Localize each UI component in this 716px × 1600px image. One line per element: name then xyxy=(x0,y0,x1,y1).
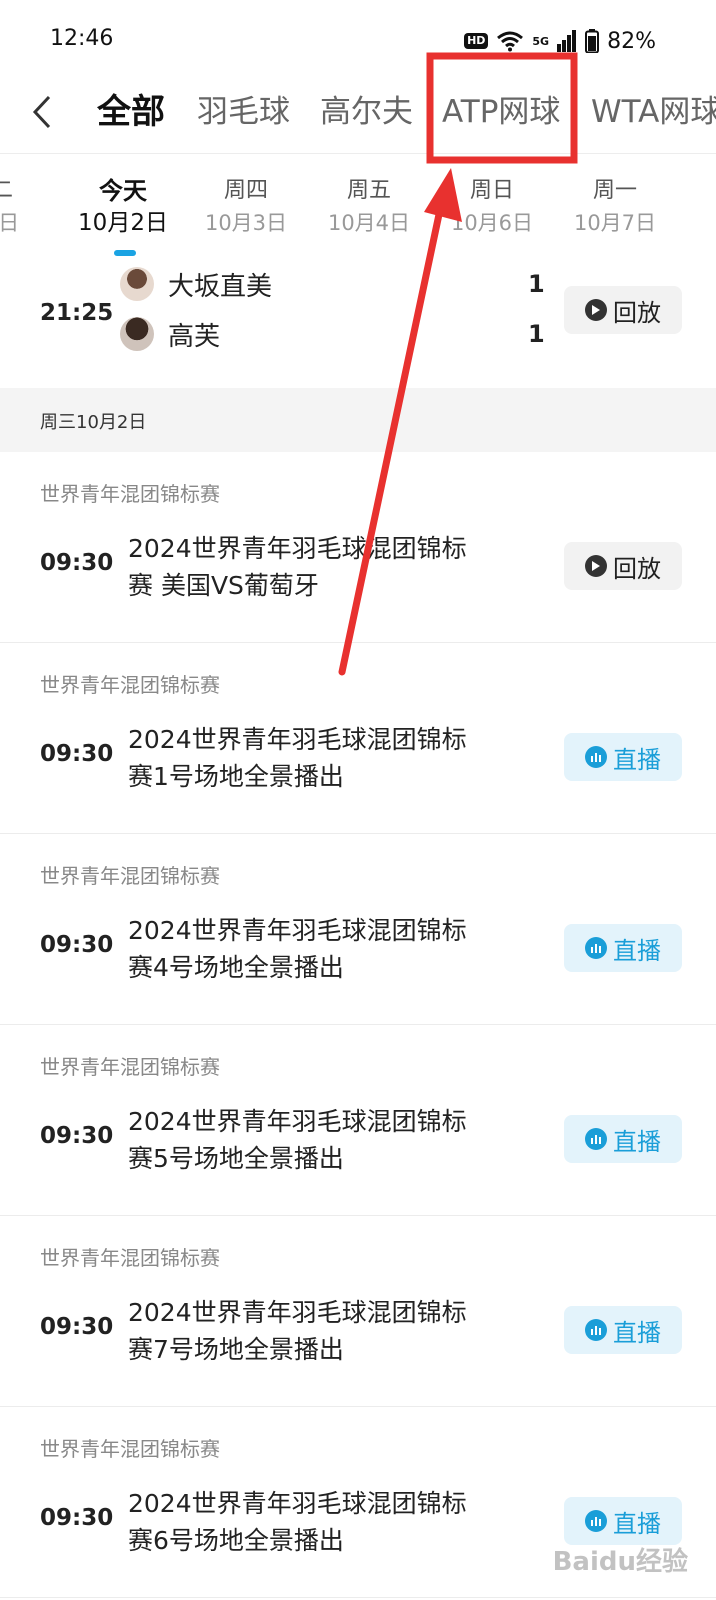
replay-button-label: 回放 xyxy=(613,554,661,583)
event-league: 世界青年混团锦标赛 xyxy=(40,864,220,888)
date-tab-bar: 二 1日 今天 10月2日 周四 10月3日 周五 10月4日 周日 10月6日… xyxy=(0,154,716,262)
event-title: 2024世界青年羽毛球混团锦标赛4号场地全景播出 xyxy=(128,916,467,982)
event-league: 世界青年混团锦标赛 xyxy=(40,1055,220,1079)
tab-all[interactable]: 全部 xyxy=(97,88,165,136)
date-tab-weekday: 今天 xyxy=(99,177,147,205)
date-tab-weekday: 二 xyxy=(0,178,13,203)
date-tab-tue[interactable]: 二 1日 xyxy=(0,174,64,238)
live-button[interactable]: 直播 xyxy=(564,1306,682,1354)
event-league: 世界青年混团锦标赛 xyxy=(40,673,220,697)
live-button-label: 直播 xyxy=(613,1127,661,1156)
battery-percent: 82% xyxy=(607,28,656,54)
event-league: 世界青年混团锦标赛 xyxy=(40,1246,220,1270)
player-row: 大坂直美 xyxy=(120,264,272,304)
wifi-icon xyxy=(497,31,524,52)
date-tab-weekday: 周日 xyxy=(469,178,514,203)
replay-button-label: 回放 xyxy=(613,298,661,327)
network-type-label: 5G xyxy=(532,34,550,48)
event-title: 2024世界青年羽毛球混团锦标赛5号场地全景播出 xyxy=(128,1107,467,1173)
section-header-label: 周三10月2日 xyxy=(40,412,147,433)
tab-badminton[interactable]: 羽毛球 xyxy=(197,88,290,136)
chevron-left-icon xyxy=(32,95,51,129)
list-item[interactable]: 世界青年混团锦标赛 09:30 2024世界青年羽毛球混团锦标赛7号场地全景播出… xyxy=(0,1216,716,1407)
date-tab-date: 1日 xyxy=(0,211,20,235)
player-row: 高芙 xyxy=(120,314,220,354)
event-time: 09:30 xyxy=(40,1314,114,1340)
live-bars-icon xyxy=(585,1319,607,1341)
live-bars-icon xyxy=(585,1128,607,1150)
event-time: 09:30 xyxy=(40,550,114,576)
event-title: 2024世界青年羽毛球混团锦标赛6号场地全景播出 xyxy=(128,1489,467,1555)
player-avatar xyxy=(120,267,154,301)
date-tab-date: 10月2日 xyxy=(78,210,168,236)
play-circle-icon xyxy=(585,555,607,577)
date-tab-sun[interactable]: 周日 10月6日 xyxy=(430,174,554,238)
live-button[interactable]: 直播 xyxy=(564,733,682,781)
date-tab-weekday: 周四 xyxy=(223,178,268,203)
list-item[interactable]: 世界青年混团锦标赛 09:30 2024世界青年羽毛球混团锦标赛4号场地全景播出… xyxy=(0,834,716,1025)
event-title: 2024世界青年羽毛球混团锦标赛1号场地全景播出 xyxy=(128,725,467,791)
event-time: 09:30 xyxy=(40,1505,114,1531)
tab-atp-tennis[interactable]: ATP网球 xyxy=(442,88,560,136)
date-tab-thu[interactable]: 周四 10月3日 xyxy=(184,174,308,238)
list-item[interactable]: 世界青年混团锦标赛 09:30 2024世界青年羽毛球混团锦标赛5号场地全景播出… xyxy=(0,1025,716,1216)
player-name: 大坂直美 xyxy=(168,271,273,302)
active-date-indicator xyxy=(114,250,136,256)
date-tab-date: 10月4日 xyxy=(327,211,411,235)
live-button[interactable]: 直播 xyxy=(564,1115,682,1163)
live-bars-icon xyxy=(585,1510,607,1532)
player-score: 1 xyxy=(528,270,545,298)
signal-icon xyxy=(557,30,577,52)
date-tab-date: 10月6日 xyxy=(450,211,534,235)
date-tab-fri[interactable]: 周五 10月4日 xyxy=(307,174,431,238)
status-bar: 12:46 HD 5G 82% xyxy=(0,0,716,80)
event-title: 2024世界青年羽毛球混团锦标赛7号场地全景播出 xyxy=(128,1298,467,1364)
list-item[interactable]: 世界青年混团锦标赛 09:30 2024世界青年羽毛球混团锦标赛1号场地全景播出… xyxy=(0,643,716,834)
date-section-header: 周三10月2日 xyxy=(0,388,716,452)
live-bars-icon xyxy=(585,937,607,959)
watermark: Baidu经验 xyxy=(552,1547,688,1577)
live-button-label: 直播 xyxy=(613,936,661,965)
live-button-label: 直播 xyxy=(613,1318,661,1347)
status-icons: HD 5G 82% xyxy=(464,26,656,56)
live-button-label: 直播 xyxy=(613,745,661,774)
tab-wta-tennis[interactable]: WTA网球 xyxy=(591,88,716,136)
play-circle-icon xyxy=(585,299,607,321)
live-button[interactable]: 直播 xyxy=(564,1497,682,1545)
replay-button[interactable]: 回放 xyxy=(564,286,682,334)
replay-button[interactable]: 回放 xyxy=(564,542,682,590)
event-time: 09:30 xyxy=(40,741,114,767)
tab-golf[interactable]: 高尔夫 xyxy=(320,88,413,136)
event-title: 2024世界青年羽毛球混团锦标赛 美国VS葡萄牙 xyxy=(128,534,467,600)
live-bars-icon xyxy=(585,746,607,768)
date-tab-today[interactable]: 今天 10月2日 xyxy=(61,174,185,238)
event-time: 09:30 xyxy=(40,932,114,958)
battery-icon xyxy=(585,29,600,53)
featured-match-row[interactable]: 21:25 大坂直美 1 高芙 1 回放 xyxy=(0,262,716,388)
date-tab-weekday: 周一 xyxy=(592,178,637,203)
live-button-label: 直播 xyxy=(613,1509,661,1538)
date-tab-mon[interactable]: 周一 10月7日 xyxy=(553,174,677,238)
date-tab-weekday: 周五 xyxy=(346,178,391,203)
match-time: 21:25 xyxy=(40,300,114,326)
player-score: 1 xyxy=(528,320,545,348)
live-button[interactable]: 直播 xyxy=(564,924,682,972)
event-league: 世界青年混团锦标赛 xyxy=(40,482,220,506)
date-tab-date: 10月7日 xyxy=(573,211,657,235)
player-name: 高芙 xyxy=(168,321,221,352)
event-league: 世界青年混团锦标赛 xyxy=(40,1437,220,1461)
back-button[interactable] xyxy=(22,90,62,134)
hd-icon: HD xyxy=(464,33,489,49)
category-tab-bar: 全部 羽毛球 高尔夫 ATP网球 WTA网球 xyxy=(0,80,716,154)
player-avatar xyxy=(120,317,154,351)
event-time: 09:30 xyxy=(40,1123,114,1149)
list-item[interactable]: 世界青年混团锦标赛 09:30 2024世界青年羽毛球混团锦标赛 美国VS葡萄牙… xyxy=(0,452,716,643)
date-tab-date: 10月3日 xyxy=(204,211,288,235)
status-time: 12:46 xyxy=(50,26,114,51)
